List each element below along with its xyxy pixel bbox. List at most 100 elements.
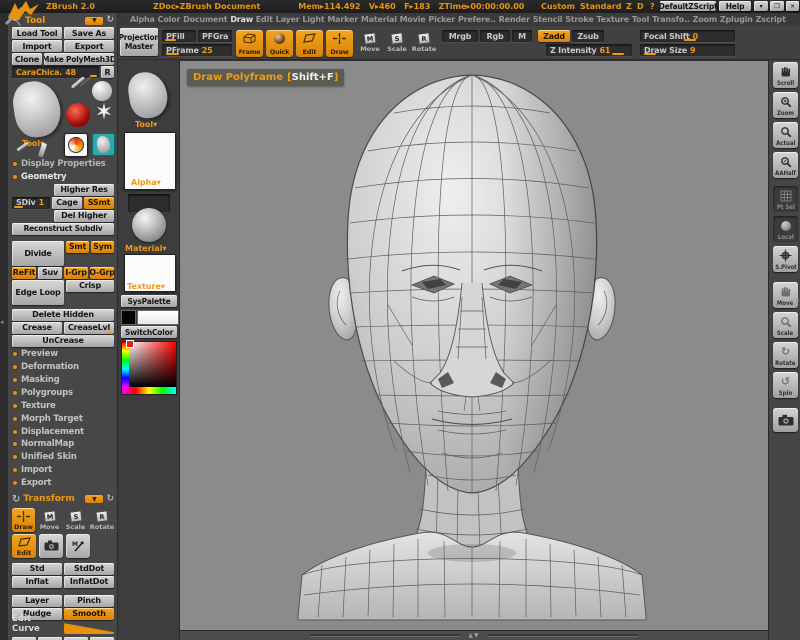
menu-zoom[interactable]: Zoom <box>693 15 717 24</box>
switchcolor-button[interactable]: SwitchColor <box>121 326 177 338</box>
marker-pen-button[interactable]: M <box>66 534 90 558</box>
default-zscript-button[interactable]: DefaultZScript <box>660 1 716 11</box>
menu-material[interactable]: Material <box>361 15 397 24</box>
current-tool-slider[interactable]: CaraChica.48 <box>12 66 99 78</box>
pinch-brush-button[interactable]: Pinch <box>64 595 114 607</box>
rotate-gyro-button[interactable]: R Rotate <box>412 30 436 54</box>
reconstruct-subdiv-button[interactable]: Reconstruct Subdiv <box>12 223 114 235</box>
menu-movie[interactable]: Movie <box>400 15 426 24</box>
tray-material-flyout[interactable]: Material▾ <box>125 244 166 253</box>
morph-target-section[interactable]: Morph Target <box>12 412 114 425</box>
tray-tool-flyout[interactable]: Tool▾ <box>135 120 157 129</box>
transform-move-button[interactable]: MMove <box>38 508 61 532</box>
edit-curve-ramp[interactable] <box>64 623 114 634</box>
ssmt-button[interactable]: SSmt <box>84 197 114 209</box>
transform-edit-button[interactable]: Edit <box>12 534 36 558</box>
normalmap-section[interactable]: NormalMap <box>12 438 114 451</box>
menu-color[interactable]: Color <box>158 15 181 24</box>
scroll-button[interactable]: Scroll <box>773 62 798 88</box>
restore-config-button[interactable]: R <box>101 66 114 78</box>
red-sphere-tool-thumb[interactable] <box>66 103 90 127</box>
menu-stroke[interactable]: Stroke <box>565 15 593 24</box>
del-higher-button[interactable]: Del Higher <box>54 210 114 222</box>
saturation-square[interactable] <box>129 342 176 387</box>
rb-move-button[interactable]: Move <box>773 282 798 308</box>
sphere-tool-thumb[interactable] <box>92 81 112 101</box>
menu-preferences[interactable]: Prefere.. <box>458 15 496 24</box>
display-properties-section[interactable]: Display Properties <box>12 158 114 171</box>
inflat-brush-button[interactable]: Inflat <box>12 576 62 588</box>
smt-button[interactable]: Smt <box>66 241 89 253</box>
projection-master-button[interactable]: Projection Master <box>120 28 158 56</box>
export-button[interactable]: Export <box>64 40 114 52</box>
divide-button[interactable]: Divide <box>12 241 64 266</box>
cutoff-button[interactable] <box>12 637 36 640</box>
z-intensity-slider[interactable]: Z Intensity61 <box>546 44 632 56</box>
load-tool-button[interactable]: Load Tool <box>12 27 62 39</box>
refit-button[interactable]: ReFit <box>12 267 36 279</box>
ui-config-help-q[interactable]: ? <box>650 2 655 11</box>
tray-material-thumb[interactable] <box>132 208 166 242</box>
unified-skin-section[interactable]: Unified Skin <box>12 451 114 464</box>
deformation-section[interactable]: Deformation <box>12 361 114 374</box>
tray-current-tool-thumb[interactable] <box>126 70 170 121</box>
draw-mode-button[interactable]: Draw <box>326 30 353 57</box>
gradient-color-swatch[interactable] <box>137 310 179 325</box>
texture-section[interactable]: Texture <box>12 399 114 412</box>
menu-draw[interactable]: Draw <box>230 15 253 24</box>
quick-mode-button[interactable]: Quick <box>266 30 293 57</box>
edge-loop-button[interactable]: Edge Loop <box>12 280 64 305</box>
local-button[interactable]: Local <box>773 216 798 242</box>
tray-toggle-arrows-icon[interactable]: ▲▼ <box>468 632 479 639</box>
brush-tool-thumb[interactable] <box>71 76 85 89</box>
menu-render[interactable]: Render <box>499 15 530 24</box>
ui-config-standard[interactable]: Standard <box>580 2 621 11</box>
menu-zplugin[interactable]: Zplugin <box>720 15 753 24</box>
color-picker[interactable] <box>121 341 177 395</box>
m-only-button[interactable]: M <box>512 30 532 42</box>
menu-picker[interactable]: Picker <box>428 15 455 24</box>
crease-button[interactable]: Crease <box>12 322 62 334</box>
palette-cycle-icon[interactable]: ↻ <box>106 16 114 25</box>
edit-curve-label[interactable]: Edit Curve <box>12 614 60 634</box>
rgb-button[interactable]: Rgb <box>480 30 510 42</box>
hue-strip-vertical[interactable] <box>122 342 129 387</box>
layer-brush-button[interactable]: Layer <box>12 595 62 607</box>
rb-snapshot-button[interactable] <box>773 408 798 432</box>
import-section[interactable]: Import <box>12 464 114 477</box>
menu-texture[interactable]: Texture <box>596 15 628 24</box>
rb-spin-button[interactable]: ↺ Spin <box>773 372 798 398</box>
menu-marker[interactable]: Marker <box>327 15 358 24</box>
document-canvas[interactable] <box>180 60 768 630</box>
ui-config-d[interactable]: D <box>637 2 644 11</box>
frame-mode-button[interactable]: Frame <box>236 30 263 57</box>
uncrease-button[interactable]: UnCrease <box>12 335 114 347</box>
inflatdot-brush-button[interactable]: InflatDot <box>64 576 114 588</box>
cutoff-button[interactable] <box>90 637 114 640</box>
mrgb-button[interactable]: Mrgb <box>442 30 478 42</box>
crease-lvl-slider[interactable]: CreaseLvl <box>64 322 114 334</box>
zoom-button[interactable]: Zoom <box>773 92 798 118</box>
window-minimize-icon[interactable]: ▾ <box>754 1 768 11</box>
menu-stencil[interactable]: Stencil <box>533 15 563 24</box>
star-tool-thumb[interactable]: ✶ <box>92 101 116 125</box>
edit-mode-button[interactable]: Edit <box>296 30 323 57</box>
palette-collapse-icon[interactable]: ▼ <box>85 495 103 503</box>
syspalette-button[interactable]: SysPalette <box>121 295 177 307</box>
menu-layer[interactable]: Layer <box>276 15 300 24</box>
tray-alpha-flyout[interactable]: Alpha▾ <box>131 178 161 187</box>
ogrp-button[interactable]: O-Grp <box>90 267 114 279</box>
zsub-button[interactable]: Zsub <box>572 30 604 42</box>
ui-config-z[interactable]: Z <box>626 2 632 11</box>
export-section[interactable]: Export <box>12 477 114 490</box>
clone-button[interactable]: Clone <box>12 53 42 65</box>
suv-button[interactable]: Suv <box>38 267 62 279</box>
selected-tool-thumb[interactable] <box>92 133 115 156</box>
palette-cycle-icon[interactable]: ↻ <box>106 495 114 504</box>
crisp-button[interactable]: Crisp <box>66 280 114 292</box>
menu-document[interactable]: Document <box>183 15 227 24</box>
aahalf-button[interactable]: AAHalf <box>773 152 798 178</box>
sym-button[interactable]: Sym <box>91 241 114 253</box>
pfill-button[interactable]: PFill <box>162 30 196 42</box>
preview-section[interactable]: Preview <box>12 348 114 361</box>
